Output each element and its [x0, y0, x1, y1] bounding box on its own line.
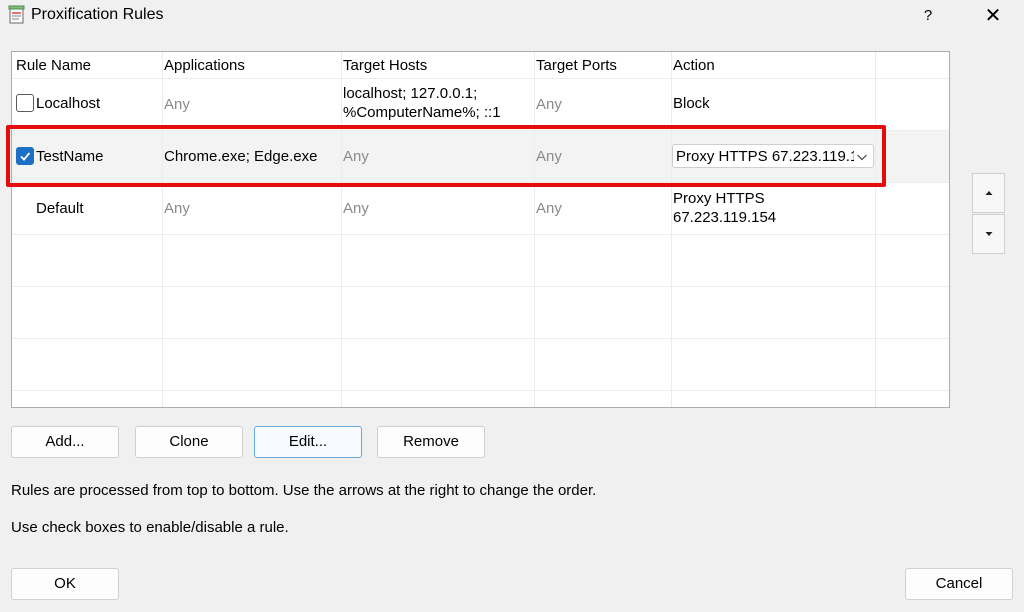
add-button[interactable]: Add...	[11, 426, 119, 458]
rule-target-ports: Any	[536, 200, 562, 217]
rule-action-line1: Proxy HTTPS	[673, 190, 765, 207]
column-header-applications[interactable]: Applications	[164, 57, 245, 74]
triangle-up-icon	[985, 191, 993, 195]
triangle-down-icon	[985, 232, 993, 236]
ok-button[interactable]: OK	[11, 568, 119, 600]
rule-action: Block	[673, 95, 710, 112]
rule-target-ports: Any	[536, 96, 562, 113]
column-header-target-hosts[interactable]: Target Hosts	[343, 57, 427, 74]
rule-name: Localhost	[36, 95, 101, 112]
window-title: Proxification Rules	[31, 6, 164, 23]
rule-action-line2: 67.223.119.154	[673, 209, 777, 226]
rule-enable-checkbox[interactable]	[16, 147, 34, 165]
clone-button[interactable]: Clone	[135, 426, 243, 458]
edit-button[interactable]: Edit...	[254, 426, 362, 458]
help-button[interactable]: ?	[910, 2, 946, 30]
rule-applications: Any	[164, 200, 190, 217]
column-header-target-ports[interactable]: Target Ports	[536, 57, 617, 74]
checkmark-icon	[20, 152, 31, 161]
rule-applications: Chrome.exe; Edge.exe	[164, 148, 318, 165]
rule-target-hosts-line2: %ComputerName%; ::1	[343, 104, 501, 121]
chevron-down-icon	[856, 150, 868, 162]
column-header-rule-name[interactable]: Rule Name	[16, 57, 91, 74]
rule-target-hosts: Any	[343, 148, 369, 165]
title-bar: Proxification Rules ? ✕	[0, 0, 1024, 34]
rule-name: TestName	[36, 148, 104, 165]
close-button[interactable]: ✕	[975, 2, 1011, 30]
cancel-button[interactable]: Cancel	[905, 568, 1013, 600]
info-checkbox-text: Use check boxes to enable/disable a rule…	[11, 519, 289, 536]
info-order-text: Rules are processed from top to bottom. …	[11, 482, 597, 499]
rule-name: Default	[36, 200, 84, 217]
remove-button[interactable]: Remove	[377, 426, 485, 458]
column-header-action[interactable]: Action	[673, 57, 715, 74]
rule-applications: Any	[164, 96, 190, 113]
notepad-rules-icon	[8, 5, 26, 25]
rule-target-hosts: Any	[343, 200, 369, 217]
move-up-button[interactable]	[972, 173, 1005, 213]
rule-target-hosts-line1: localhost; 127.0.0.1;	[343, 85, 478, 102]
move-down-button[interactable]	[972, 214, 1005, 254]
action-dropdown-value: Proxy HTTPS 67.223.119.154	[676, 148, 854, 165]
rule-target-ports: Any	[536, 148, 562, 165]
rules-table[interactable]: Rule Name Applications Target Hosts Targ…	[11, 51, 950, 408]
action-dropdown[interactable]: Proxy HTTPS 67.223.119.154	[672, 144, 874, 168]
rule-enable-checkbox[interactable]	[16, 94, 34, 112]
